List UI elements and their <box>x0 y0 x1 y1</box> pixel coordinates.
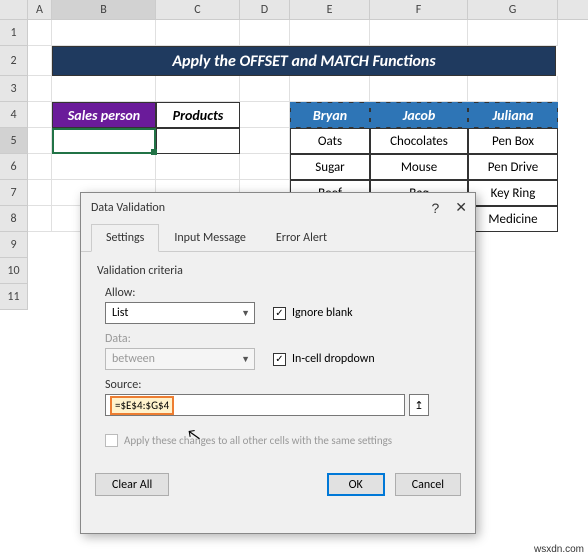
row-header-3[interactable]: 3 <box>0 76 28 102</box>
column-headers: A B C D E F G <box>0 0 588 20</box>
cell[interactable] <box>240 76 290 102</box>
cell[interactable] <box>156 128 240 154</box>
source-label: Source: <box>105 378 459 392</box>
data-cell[interactable]: Chocolates <box>370 128 468 154</box>
col-header-G[interactable]: G <box>468 0 558 19</box>
data-label: Data: <box>105 332 459 346</box>
banner-title: Apply the OFFSET and MATCH Functions <box>52 46 556 76</box>
row-header-1[interactable]: 1 <box>0 20 28 46</box>
row-header-10[interactable]: 10 <box>0 258 28 284</box>
cell[interactable] <box>28 128 52 154</box>
col-header-C[interactable]: C <box>156 0 240 19</box>
cell[interactable] <box>290 76 370 102</box>
cell[interactable] <box>240 128 290 154</box>
cell[interactable] <box>468 20 558 46</box>
row-header-8[interactable]: 8 <box>0 206 28 232</box>
data-cell[interactable]: Pen Drive <box>468 154 558 180</box>
cursor-icon: ↖ <box>185 425 202 446</box>
col-header-B[interactable]: B <box>52 0 156 19</box>
allow-dropdown[interactable]: List ▼ <box>105 302 255 324</box>
checkbox-icon: ✓ <box>273 353 286 366</box>
cell[interactable] <box>52 154 156 180</box>
ignore-blank-checkbox[interactable]: ✓ Ignore blank <box>273 306 353 320</box>
row-header-11[interactable]: 11 <box>0 284 28 310</box>
row-header-7[interactable]: 7 <box>0 180 28 206</box>
cell[interactable] <box>156 154 240 180</box>
cell[interactable] <box>28 46 52 76</box>
cell[interactable] <box>156 20 240 46</box>
dialog-titlebar[interactable]: Data Validation ? ✕ <box>81 193 475 224</box>
watermark: wsxdn.com <box>534 544 584 555</box>
cell[interactable] <box>468 76 558 102</box>
cell[interactable] <box>240 154 290 180</box>
validation-criteria-label: Validation criteria <box>97 264 459 278</box>
cell[interactable] <box>28 154 52 180</box>
range-selector-button[interactable]: ↥ <box>409 394 429 416</box>
cell[interactable] <box>370 20 468 46</box>
data-cell[interactable]: Mouse <box>370 154 468 180</box>
cell[interactable] <box>156 76 240 102</box>
col-header-F[interactable]: F <box>370 0 468 19</box>
header-sales-person[interactable]: Sales person <box>52 102 156 128</box>
tab-settings[interactable]: Settings <box>91 224 159 252</box>
allow-value: List <box>112 306 128 320</box>
cell[interactable] <box>28 206 52 232</box>
help-icon[interactable]: ? <box>431 200 439 216</box>
data-value: between <box>112 352 155 366</box>
selected-cell-B5[interactable] <box>52 128 156 154</box>
dialog-title-text: Data Validation <box>91 201 165 215</box>
cell[interactable] <box>52 20 156 46</box>
chevron-down-icon: ▼ <box>241 354 250 365</box>
cell[interactable] <box>370 76 468 102</box>
header-juliana[interactable]: Juliana <box>468 102 558 128</box>
cell[interactable] <box>52 76 156 102</box>
row-header-6[interactable]: 6 <box>0 154 28 180</box>
col-header-E[interactable]: E <box>290 0 370 19</box>
range-icon: ↥ <box>414 399 423 412</box>
chevron-down-icon: ▼ <box>241 308 250 319</box>
cancel-button[interactable]: Cancel <box>395 473 461 496</box>
cell[interactable] <box>290 20 370 46</box>
source-value: =$E$4:$G$4 <box>110 396 174 415</box>
clear-all-button[interactable]: Clear All <box>95 473 169 496</box>
data-validation-dialog: Data Validation ? ✕ Settings Input Messa… <box>80 192 476 534</box>
tab-error-alert[interactable]: Error Alert <box>261 224 342 251</box>
cell[interactable] <box>240 102 290 128</box>
close-icon[interactable]: ✕ <box>455 199 467 216</box>
data-cell[interactable]: Pen Box <box>468 128 558 154</box>
data-cell[interactable]: Oats <box>290 128 370 154</box>
apply-text: Apply these changes to all other cells w… <box>124 434 392 447</box>
select-all-corner[interactable] <box>0 0 28 19</box>
data-cell[interactable]: Sugar <box>290 154 370 180</box>
ok-button[interactable]: OK <box>327 473 385 496</box>
cell[interactable] <box>28 180 52 206</box>
row-header-4[interactable]: 4 <box>0 102 28 128</box>
header-jacob[interactable]: Jacob <box>370 102 468 128</box>
cell[interactable] <box>28 76 52 102</box>
dialog-tabs: Settings Input Message Error Alert <box>81 224 475 252</box>
apply-checkbox <box>105 434 118 447</box>
allow-label: Allow: <box>105 286 459 300</box>
ignore-blank-label: Ignore blank <box>292 306 353 320</box>
checkbox-icon: ✓ <box>273 307 286 320</box>
col-header-D[interactable]: D <box>240 0 290 19</box>
source-input[interactable]: =$E$4:$G$4 <box>105 394 405 416</box>
cell[interactable] <box>28 102 52 128</box>
row-header-5[interactable]: 5 <box>0 128 28 154</box>
cell[interactable] <box>240 20 290 46</box>
row-header-9[interactable]: 9 <box>0 232 28 258</box>
header-bryan[interactable]: Bryan <box>290 102 370 128</box>
incell-dropdown-checkbox[interactable]: ✓ In-cell dropdown <box>273 352 375 366</box>
cell[interactable] <box>28 20 52 46</box>
header-products[interactable]: Products <box>156 102 240 128</box>
incell-dropdown-label: In-cell dropdown <box>292 352 375 366</box>
col-header-A[interactable]: A <box>28 0 52 19</box>
tab-input-message[interactable]: Input Message <box>159 224 261 251</box>
row-header-2[interactable]: 2 <box>0 46 28 76</box>
data-cell[interactable]: Medicine <box>468 206 558 232</box>
data-cell[interactable]: Key Ring <box>468 180 558 206</box>
data-dropdown: between ▼ <box>105 348 255 370</box>
